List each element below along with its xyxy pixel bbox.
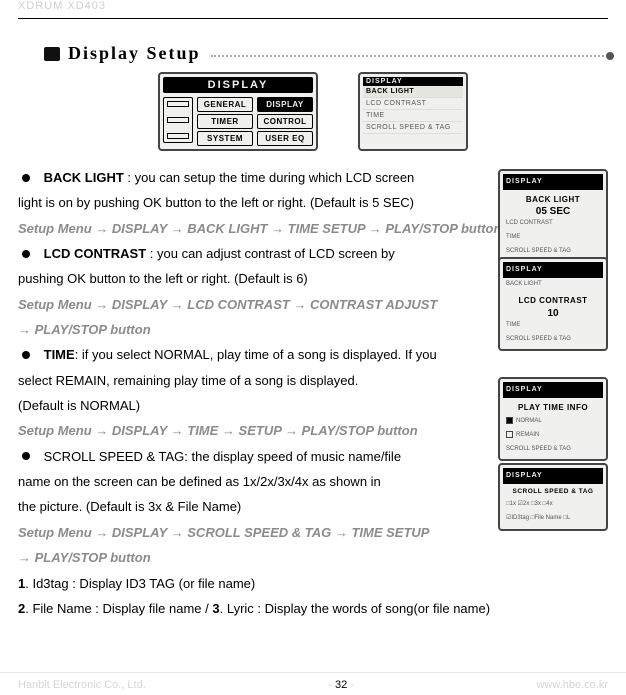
lcd-option-row: ☑ID3tag □File Name □L	[503, 512, 603, 526]
lcd-small-header: DISPLAY	[503, 262, 603, 278]
page-footer: Hanbit Electronic Co., Ltd. - 32 - www.h…	[0, 672, 626, 691]
lcd-option-row: □1x ☑2x □3x □4x	[503, 498, 603, 512]
menu-cell: CONTROL	[257, 114, 313, 129]
product-model: XDRUM XD403	[18, 0, 608, 18]
lcd-option: REMAIN	[503, 429, 603, 443]
page-number: - 32 -	[328, 679, 354, 691]
lcd-contrast-figure: DISPLAY BACK LIGHT LCD CONTRAST 10 TIME …	[498, 257, 608, 351]
term-scroll: SCROLL SPEED & TAG: the display speed of…	[44, 449, 401, 464]
lcd-time-figure: DISPLAY PLAY TIME INFO NORMAL REMAIN SCR…	[498, 377, 608, 461]
term-contrast: LCD CONTRAST	[44, 246, 147, 261]
lcd-row: SCROLL SPEED & TAG	[503, 333, 603, 347]
dotted-line	[211, 55, 608, 57]
monitor-icon	[44, 47, 60, 61]
bullet-icon	[22, 351, 30, 359]
lcd-big-line: SCROLL SPEED & TAG	[503, 484, 603, 499]
menu-cell: GENERAL	[197, 97, 253, 112]
menu-cell-selected: DISPLAY	[257, 97, 313, 112]
lcd-row: SCROLL SPEED & TAG	[363, 122, 463, 134]
lcd-row: TIME	[363, 110, 463, 122]
lcd-row: LCD CONTRAST	[503, 217, 603, 231]
section-title: Display Setup	[68, 43, 201, 64]
footer-company: Hanbit Electronic Co., Ltd.	[18, 679, 146, 691]
lcd-row: TIME	[503, 231, 603, 245]
menu-path: → PLAY/STOP button	[18, 545, 608, 570]
bullet-icon	[22, 250, 30, 258]
lcd-main-figure: DISPLAY GENERAL DISPLAY TIMER CONTROL SY…	[158, 72, 318, 151]
lcd-main-menu: GENERAL DISPLAY TIMER CONTROL SYSTEM USE…	[197, 97, 313, 146]
lcd-row: SCROLL SPEED & TAG	[503, 443, 603, 457]
term-time: TIME	[44, 347, 75, 362]
section-header: Display Setup	[44, 43, 608, 64]
numbered-line: 2. File Name : Display file name / 3. Ly…	[18, 596, 608, 621]
term-backlight: BACK LIGHT	[44, 170, 124, 185]
lcd-row: BACK LIGHT	[503, 278, 603, 292]
bullet-icon	[22, 452, 30, 460]
menu-cell: USER EQ	[257, 131, 313, 146]
top-divider	[18, 18, 608, 19]
lcd-row: BACK LIGHT	[363, 86, 463, 98]
lcd-row: LCD CONTRAST	[363, 98, 463, 110]
lcd-small-header: DISPLAY	[503, 382, 603, 398]
figure-row: DISPLAY GENERAL DISPLAY TIMER CONTROL SY…	[18, 72, 608, 151]
lcd-small-header: DISPLAY	[503, 468, 603, 484]
lcd-main-left-icon	[163, 97, 193, 143]
lcd-big-line: LCD CONTRAST	[503, 291, 603, 309]
lcd-small-header: DISPLAY	[363, 77, 463, 86]
lcd-option: NORMAL	[503, 415, 603, 429]
footer-url: www.hbe.co.kr	[536, 679, 608, 691]
lcd-scroll-figure: DISPLAY SCROLL SPEED & TAG □1x ☑2x □3x □…	[498, 463, 608, 531]
bullet-icon	[22, 174, 30, 182]
menu-cell: TIMER	[197, 114, 253, 129]
lcd-big-value: 05 SEC	[503, 207, 603, 217]
lcd-row: TIME	[503, 319, 603, 333]
lcd-list-figure: DISPLAY BACK LIGHT LCD CONTRAST TIME SCR…	[358, 72, 468, 151]
body-text: DISPLAY BACK LIGHT 05 SEC LCD CONTRAST T…	[18, 165, 608, 621]
numbered-line: 1. Id3tag : Display ID3 TAG (or file nam…	[18, 571, 608, 596]
lcd-big-value: 10	[503, 309, 603, 319]
lcd-big-line: PLAY TIME INFO	[503, 398, 603, 416]
lcd-big-line: BACK LIGHT	[503, 190, 603, 208]
lcd-main-title: DISPLAY	[163, 77, 313, 93]
lcd-backlight-figure: DISPLAY BACK LIGHT 05 SEC LCD CONTRAST T…	[498, 169, 608, 263]
lcd-small-header: DISPLAY	[503, 174, 603, 190]
menu-cell: SYSTEM	[197, 131, 253, 146]
